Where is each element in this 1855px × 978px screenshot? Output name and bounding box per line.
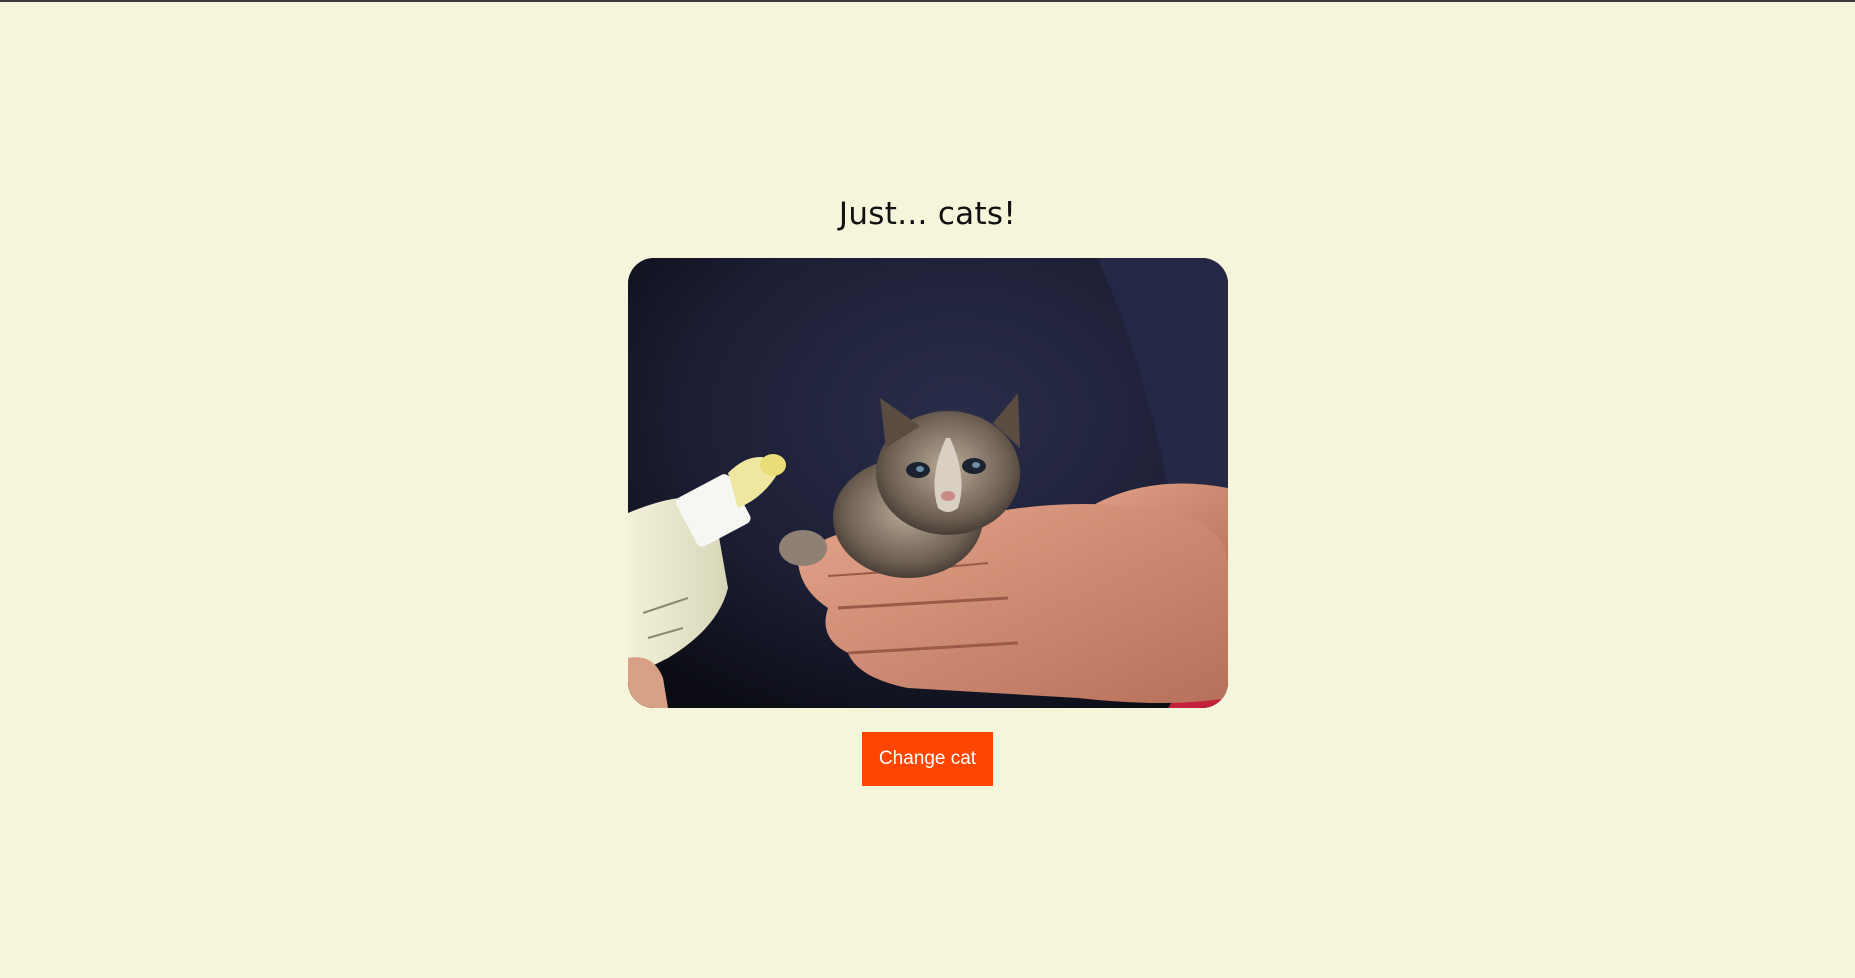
page-title: Just... cats! (838, 196, 1017, 232)
cat-photo (628, 258, 1228, 708)
main-content: Just... cats! Change cat (0, 0, 1855, 978)
change-cat-button[interactable]: Change cat (862, 732, 993, 786)
kitten-photo-image (628, 258, 1228, 708)
